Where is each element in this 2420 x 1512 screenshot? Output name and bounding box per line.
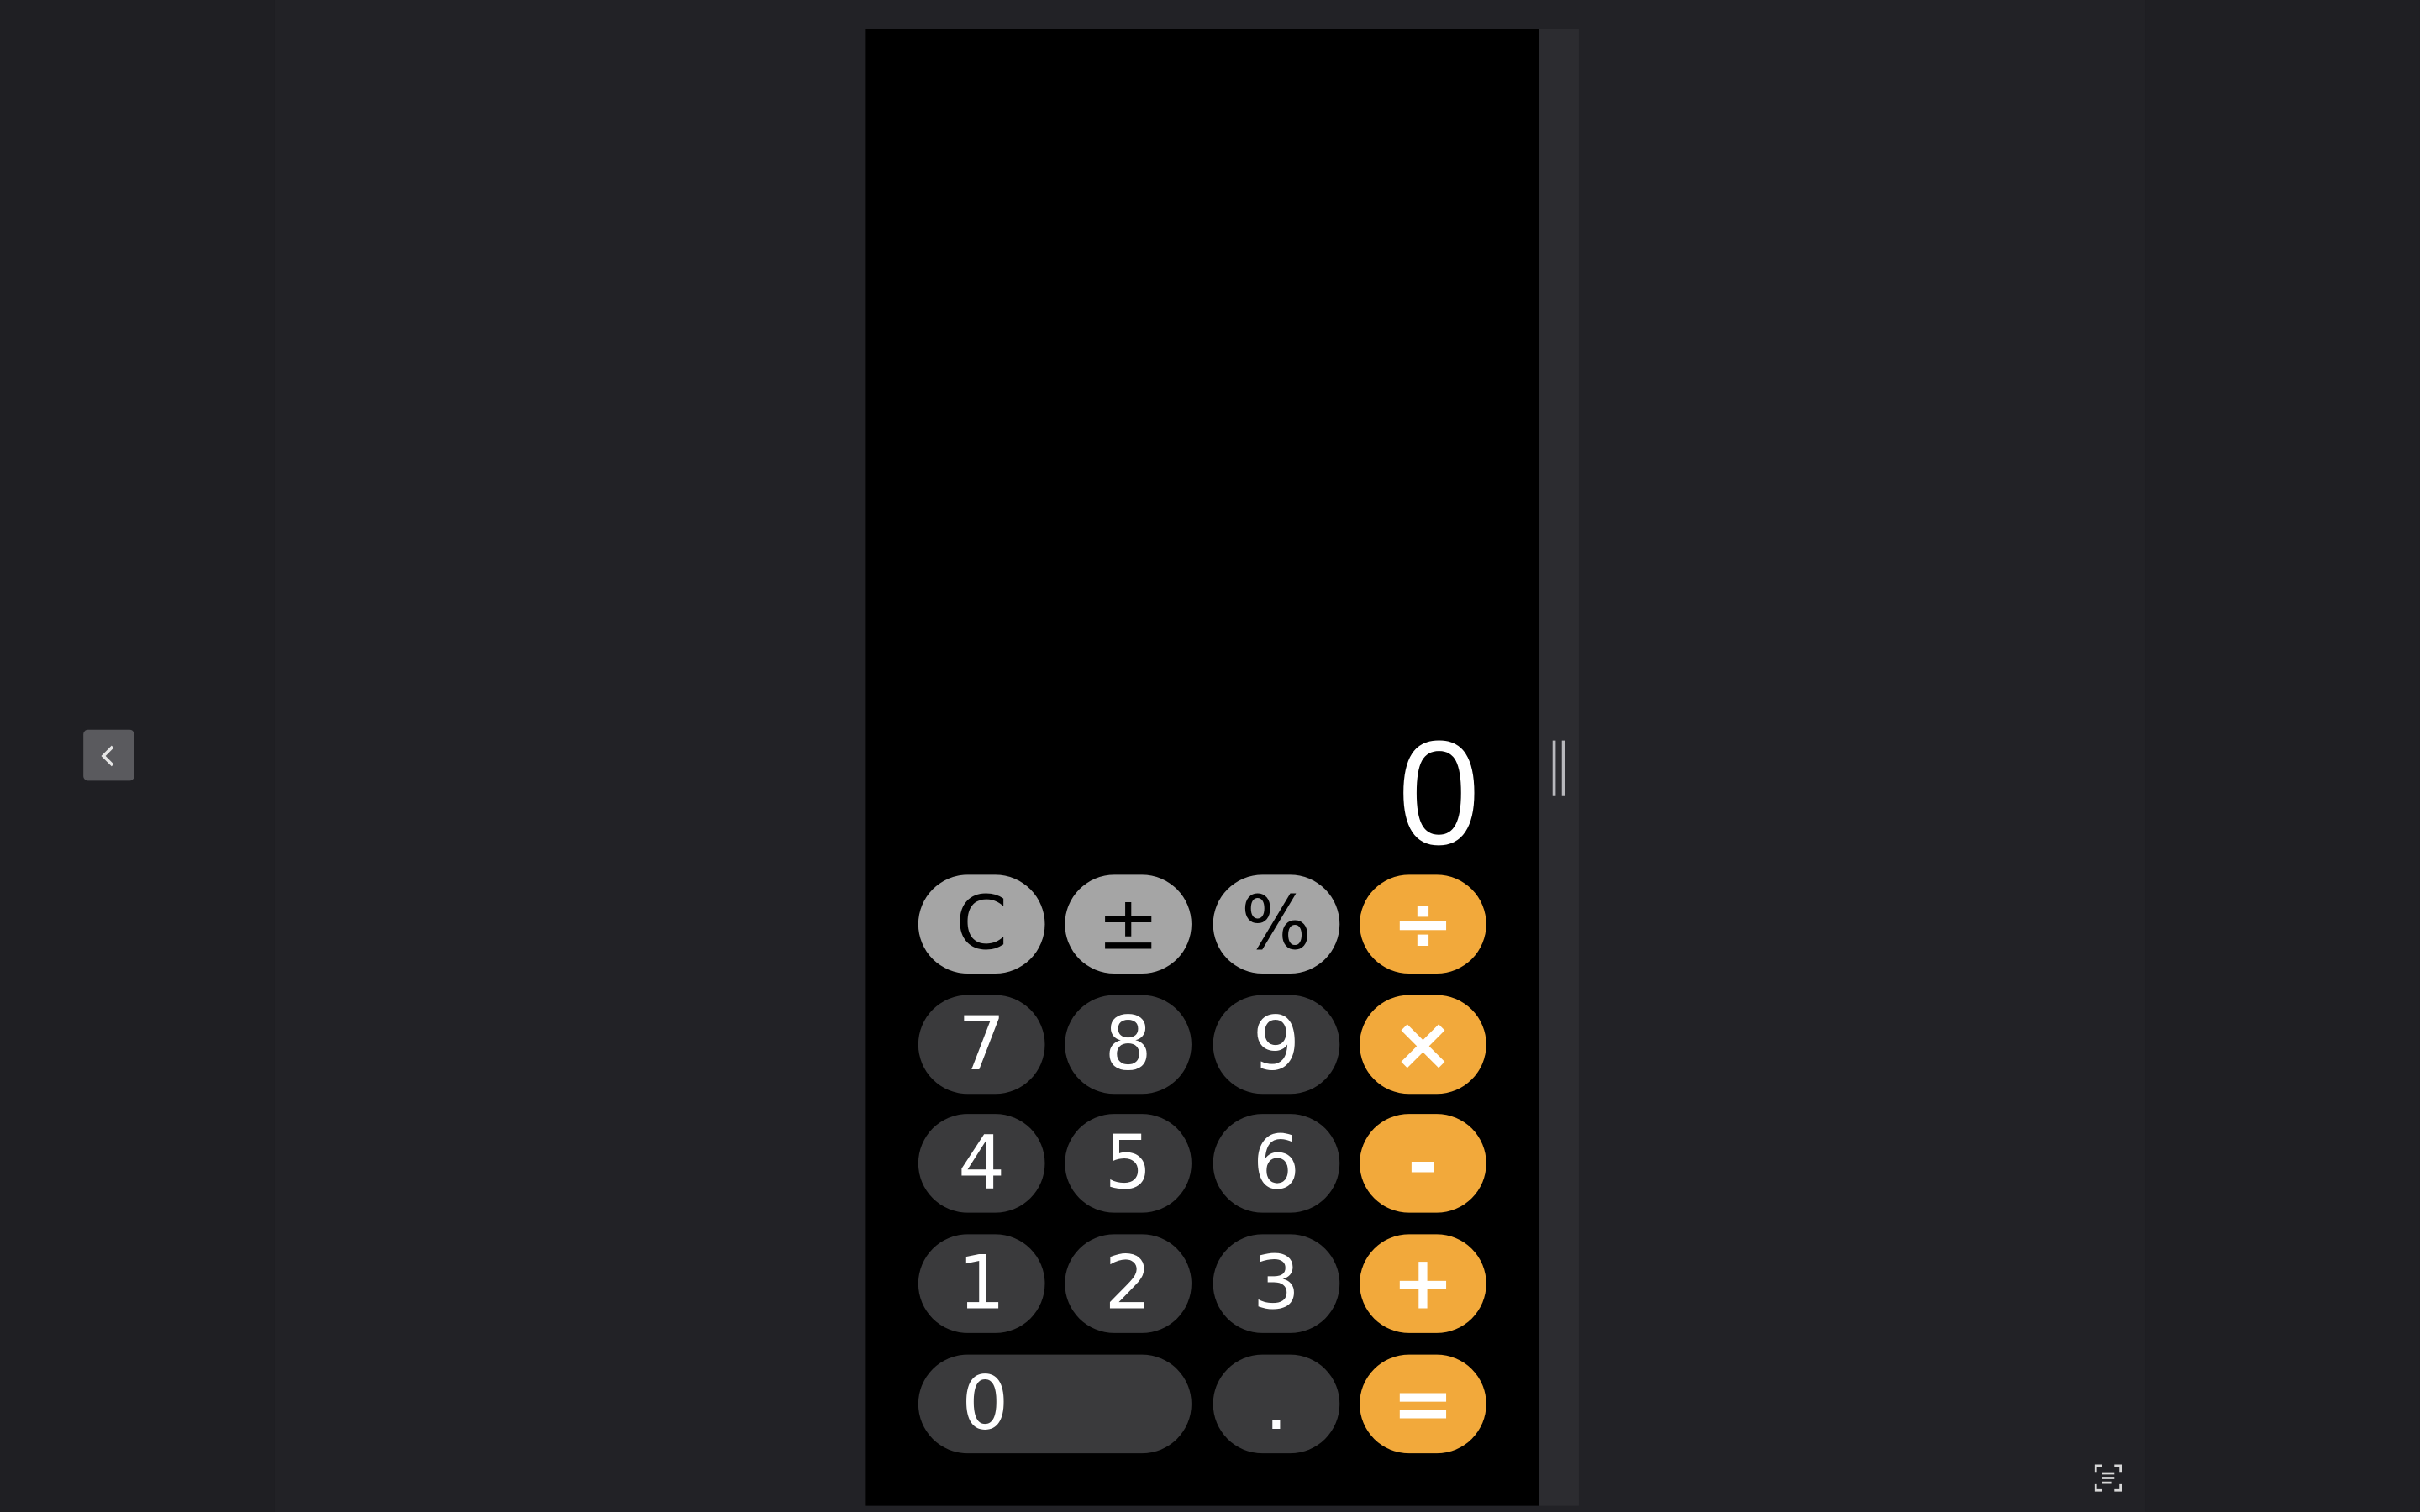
digit-9-button[interactable]: 9 [1213,995,1340,1095]
back-button[interactable] [83,729,134,781]
digit-0-button[interactable]: 0 [918,1354,1192,1454]
digit-6-button[interactable]: 6 [1213,1114,1340,1213]
divide-button[interactable]: ÷ [1360,874,1486,974]
digit-7-button[interactable]: 7 [918,995,1045,1095]
decimal-button[interactable]: . [1213,1354,1340,1454]
multiply-button[interactable]: × [1360,995,1486,1095]
viewport: 0 C ±% ÷ 7 8 9 × 4 5 6- 1 2 3 +0. = [0,0,2420,1512]
digit-5-button[interactable]: 5 [1065,1114,1192,1213]
resize-handle[interactable] [1552,740,1565,796]
clear-button[interactable]: C [918,874,1045,974]
subtract-button[interactable]: - [1360,1114,1486,1213]
left-panel [0,0,275,1512]
add-button[interactable]: + [1360,1234,1486,1333]
equals-button[interactable]: = [1360,1354,1486,1454]
plus-minus-button[interactable]: ± [1065,874,1192,974]
percent-button[interactable]: % [1213,874,1340,974]
digit-1-button[interactable]: 1 [918,1234,1045,1333]
digit-4-button[interactable]: 4 [918,1114,1045,1213]
digit-3-button[interactable]: 3 [1213,1234,1340,1333]
digit-2-button[interactable]: 2 [1065,1234,1192,1333]
right-panel [2145,0,2420,1512]
scan-text-icon[interactable] [2094,1464,2123,1492]
calculator-display: 0 [1397,711,1481,877]
digit-8-button[interactable]: 8 [1065,995,1192,1095]
chevron-left-icon [100,744,113,766]
